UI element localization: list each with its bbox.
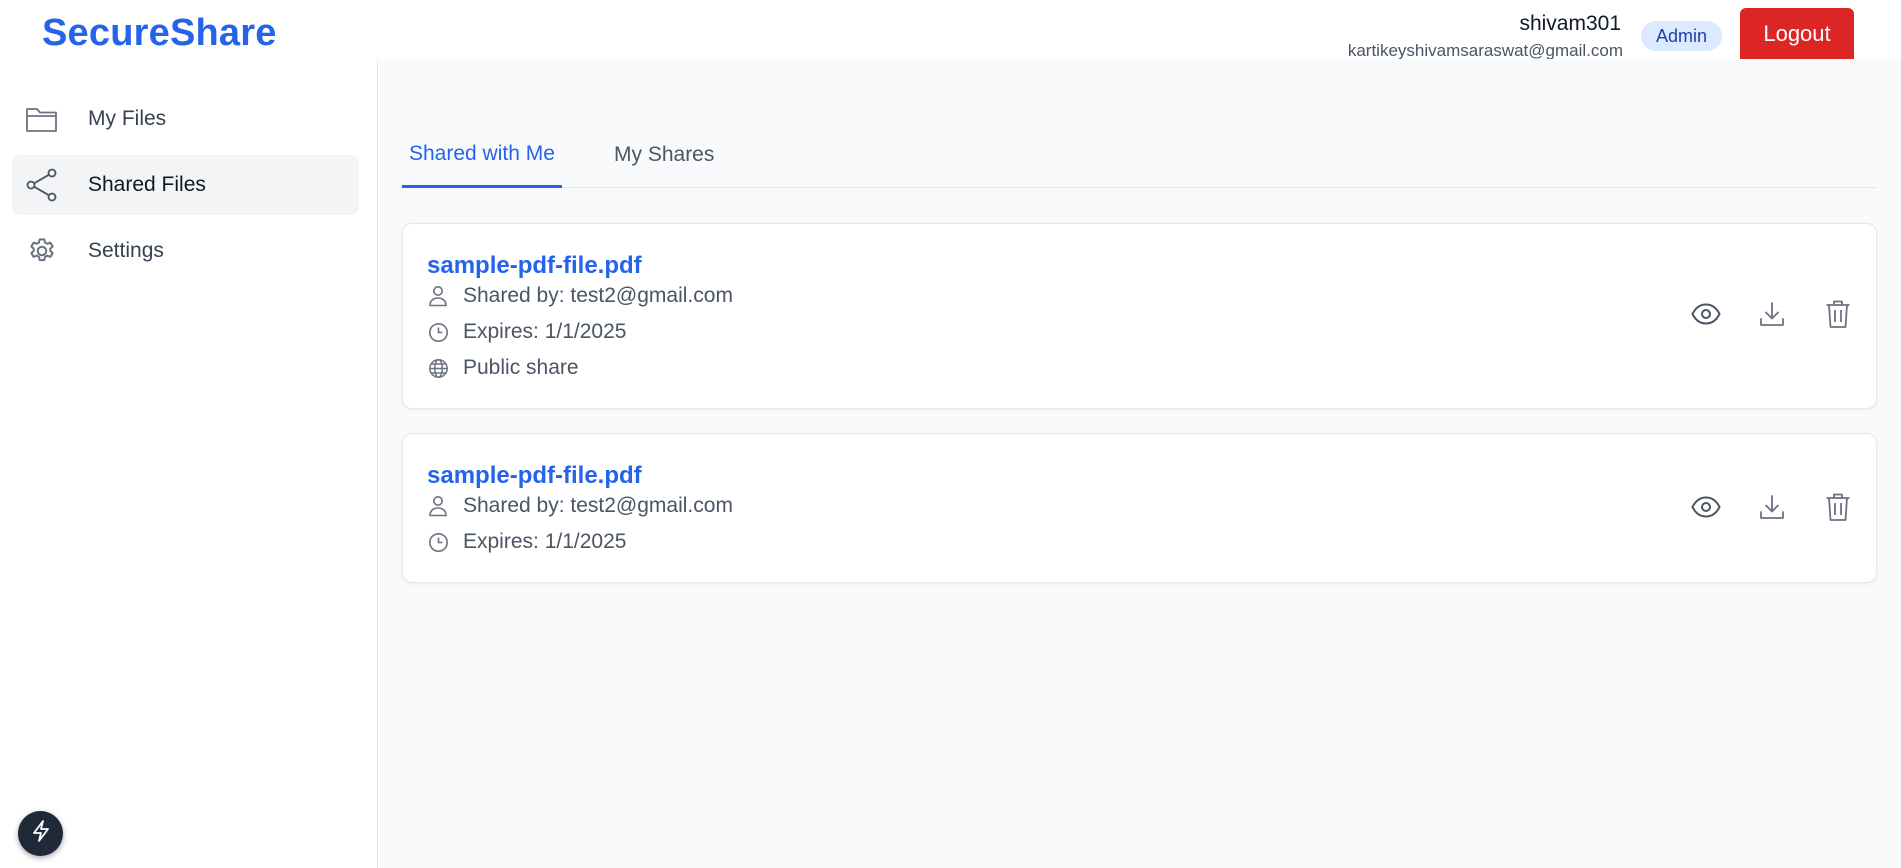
file-actions [1690, 300, 1854, 332]
delete-button[interactable] [1822, 493, 1854, 525]
sidebar-item-settings[interactable]: Settings [12, 221, 359, 281]
tab-my-shares[interactable]: My Shares [607, 122, 721, 188]
sidebar-item-label: Shared Files [88, 173, 206, 196]
trash-icon [1825, 492, 1851, 527]
download-icon [1758, 493, 1786, 526]
shared-file-card: sample-pdf-file.pdf Shared by: test2@gma… [402, 223, 1877, 409]
clock-icon [427, 321, 449, 343]
sidebar-item-my-files[interactable]: My Files [12, 89, 359, 149]
app-logo[interactable]: SecureShare [42, 12, 277, 55]
clock-icon [427, 531, 449, 553]
sidebar-item-label: My Files [88, 107, 167, 130]
visibility-text: Public share [463, 356, 579, 379]
shared-by-row: Shared by: test2@gmail.com [427, 284, 733, 308]
expires-text: Expires: 1/1/2025 [463, 320, 627, 343]
gear-icon [25, 234, 59, 268]
shared-file-card: sample-pdf-file.pdf Shared by: test2@gma… [402, 433, 1877, 583]
download-icon [1758, 300, 1786, 333]
main-content: Shared with Me My Shares sample-pdf-file… [379, 59, 1901, 868]
expires-text: Expires: 1/1/2025 [463, 530, 627, 553]
visibility-row: Public share [427, 356, 579, 380]
view-button[interactable] [1690, 493, 1722, 525]
top-bar: SecureShare shivam301 kartikeyshivamsara… [0, 0, 1901, 59]
quick-action-button[interactable] [18, 811, 63, 856]
role-badge: Admin [1641, 21, 1722, 51]
tab-shared-with-me[interactable]: Shared with Me [402, 122, 562, 188]
user-icon [427, 495, 449, 517]
logout-button[interactable]: Logout [1740, 8, 1854, 59]
user-icon [427, 285, 449, 307]
shared-by-text: Shared by: test2@gmail.com [463, 494, 733, 517]
sidebar: My Files Shared Files Settings [0, 59, 378, 868]
lightning-icon [30, 819, 52, 848]
user-email: kartikeyshivamsaraswat@gmail.com [1347, 41, 1623, 59]
shared-by-text: Shared by: test2@gmail.com [463, 284, 733, 307]
shared-by-row: Shared by: test2@gmail.com [427, 494, 733, 518]
file-actions [1690, 493, 1854, 525]
share-icon [25, 168, 59, 202]
delete-button[interactable] [1822, 300, 1854, 332]
expires-row: Expires: 1/1/2025 [427, 320, 626, 344]
trash-icon [1825, 299, 1851, 334]
file-name-link[interactable]: sample-pdf-file.pdf [427, 252, 642, 280]
download-button[interactable] [1756, 493, 1788, 525]
globe-icon [427, 357, 449, 379]
sidebar-item-shared-files[interactable]: Shared Files [12, 155, 359, 215]
eye-icon [1691, 302, 1721, 330]
file-name-link[interactable]: sample-pdf-file.pdf [427, 462, 642, 490]
tab-bar: Shared with Me My Shares [402, 122, 1877, 188]
folder-icon [25, 102, 59, 136]
download-button[interactable] [1756, 300, 1788, 332]
eye-icon [1691, 495, 1721, 523]
sidebar-item-label: Settings [88, 239, 164, 262]
view-button[interactable] [1690, 300, 1722, 332]
user-name: shivam301 [1519, 12, 1621, 35]
expires-row: Expires: 1/1/2025 [427, 530, 626, 554]
